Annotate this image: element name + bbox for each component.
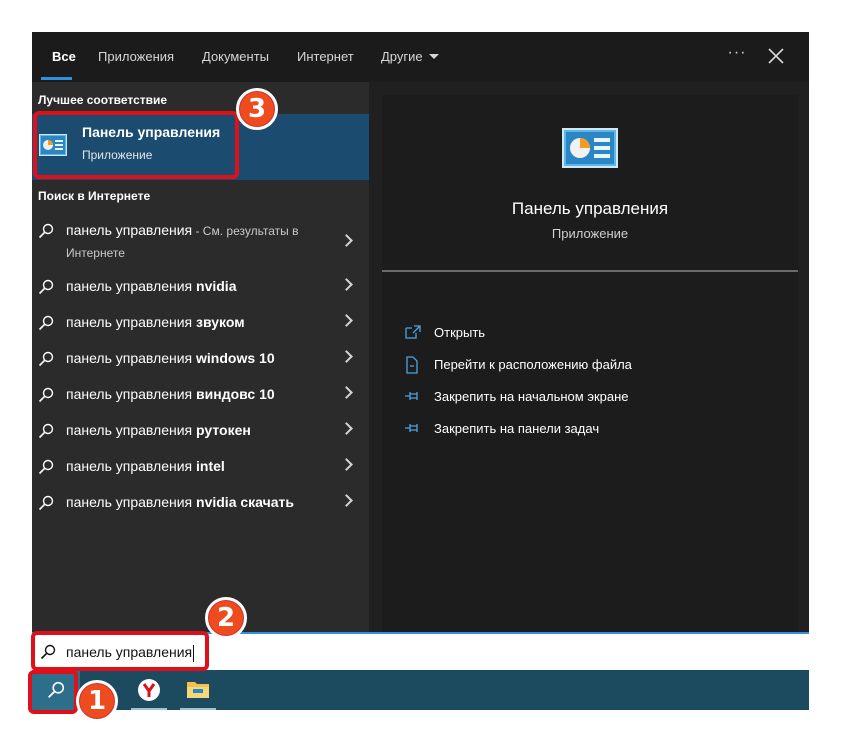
search-icon bbox=[38, 351, 54, 367]
search-icon bbox=[38, 315, 54, 331]
chevron-right-icon bbox=[340, 422, 353, 435]
chevron-right-icon bbox=[340, 278, 353, 291]
tab-bar: Все Приложения Документы Интернет Другие… bbox=[32, 32, 809, 82]
web-suggestion[interactable]: панель управления виндовс 10 bbox=[32, 376, 369, 412]
web-suggestion[interactable]: панель управления windows 10 bbox=[32, 340, 369, 376]
web-suggestion[interactable]: панель управления - См. результаты в Инт… bbox=[32, 212, 369, 260]
tab-all[interactable]: Все bbox=[52, 49, 76, 64]
chevron-right-icon bbox=[340, 234, 353, 247]
yandex-browser-icon bbox=[138, 679, 160, 701]
search-icon bbox=[38, 459, 54, 475]
suggestion-bold: рутокен bbox=[196, 422, 251, 438]
action-label: Перейти к расположению файла bbox=[434, 357, 632, 372]
chevron-right-icon bbox=[340, 458, 353, 471]
file-explorer-icon bbox=[187, 682, 209, 698]
pin-icon bbox=[405, 392, 418, 400]
pin-icon bbox=[405, 424, 418, 432]
suggestion-prefix: панель управления bbox=[66, 350, 197, 366]
close-icon[interactable] bbox=[764, 44, 788, 68]
tab-other-label: Другие bbox=[381, 49, 423, 64]
tab-documents[interactable]: Документы bbox=[202, 49, 269, 64]
action-label: Закрепить на начальном экране bbox=[434, 389, 629, 404]
chevron-right-icon bbox=[340, 350, 353, 363]
suggestion-bold: nvidia bbox=[196, 278, 237, 294]
control-panel-icon bbox=[562, 128, 618, 168]
suggestion-bold: виндовс 10 bbox=[196, 386, 275, 402]
active-app-indicator bbox=[180, 708, 216, 710]
callout-search-input bbox=[31, 631, 209, 671]
web-suggestion[interactable]: панель управления рутокен bbox=[32, 412, 369, 448]
web-suggestion[interactable]: панель управления звуком bbox=[32, 304, 369, 340]
suggestion-prefix: панель управления bbox=[66, 386, 197, 402]
suggestion-bold: nvidia скачать bbox=[196, 494, 294, 510]
preview-subtitle: Приложение bbox=[551, 226, 629, 241]
callout-best-match bbox=[33, 111, 239, 179]
preview-title: Панель управления bbox=[511, 199, 669, 218]
divider bbox=[382, 270, 798, 272]
chevron-right-icon bbox=[340, 386, 353, 399]
callout-badge-3: 3 bbox=[236, 88, 278, 130]
web-suggestion[interactable]: панель управления nvidia скачать bbox=[32, 484, 369, 520]
callout-taskbar-search bbox=[28, 670, 78, 714]
chevron-down-icon bbox=[428, 54, 439, 60]
suggestion-bold: windows 10 bbox=[196, 350, 275, 366]
suggestion-prefix: панель управления bbox=[66, 494, 197, 510]
tab-internet[interactable]: Интернет bbox=[297, 49, 354, 64]
more-options-button[interactable]: ··· bbox=[722, 42, 752, 68]
taskbar bbox=[32, 670, 809, 710]
active-tab-indicator bbox=[41, 77, 72, 80]
suggestion-bold: звуком bbox=[196, 314, 245, 330]
suggestion-prefix: панель управления bbox=[66, 458, 197, 474]
suggestion-text: панель управления bbox=[66, 222, 193, 238]
search-icon bbox=[38, 495, 54, 511]
search-icon bbox=[38, 279, 54, 295]
chevron-right-icon bbox=[340, 494, 353, 507]
suggestion-prefix: панель управления bbox=[66, 278, 197, 294]
chevron-right-icon bbox=[340, 314, 353, 327]
suggestion-bold: intel bbox=[196, 458, 225, 474]
open-icon bbox=[405, 325, 421, 339]
file-location-icon bbox=[406, 356, 418, 374]
active-app-indicator bbox=[131, 708, 167, 710]
action-label: Открыть bbox=[434, 325, 486, 340]
tab-other[interactable]: Другие bbox=[381, 49, 439, 64]
action-label: Закрепить на панели задач bbox=[434, 421, 600, 436]
web-suggestion[interactable]: панель управления nvidia bbox=[32, 268, 369, 304]
tab-apps[interactable]: Приложения bbox=[98, 49, 174, 64]
search-icon bbox=[38, 387, 54, 403]
callout-badge-2: 2 bbox=[205, 597, 247, 639]
taskbar-file-explorer[interactable] bbox=[178, 670, 218, 710]
callout-badge-1: 1 bbox=[76, 680, 118, 722]
best-match-heading: Лучшее соответствие bbox=[38, 93, 168, 107]
taskbar-yandex-browser[interactable] bbox=[129, 670, 169, 710]
preview-pane: Панель управления Приложение Открыть Пер… bbox=[382, 95, 798, 632]
web-search-heading: Поиск в Интернете bbox=[38, 189, 151, 203]
web-suggestion[interactable]: панель управления intel bbox=[32, 448, 369, 484]
suggestion-prefix: панель управления bbox=[66, 314, 197, 330]
suggestion-prefix: панель управления bbox=[66, 422, 197, 438]
search-icon bbox=[38, 223, 54, 239]
search-icon bbox=[38, 423, 54, 439]
